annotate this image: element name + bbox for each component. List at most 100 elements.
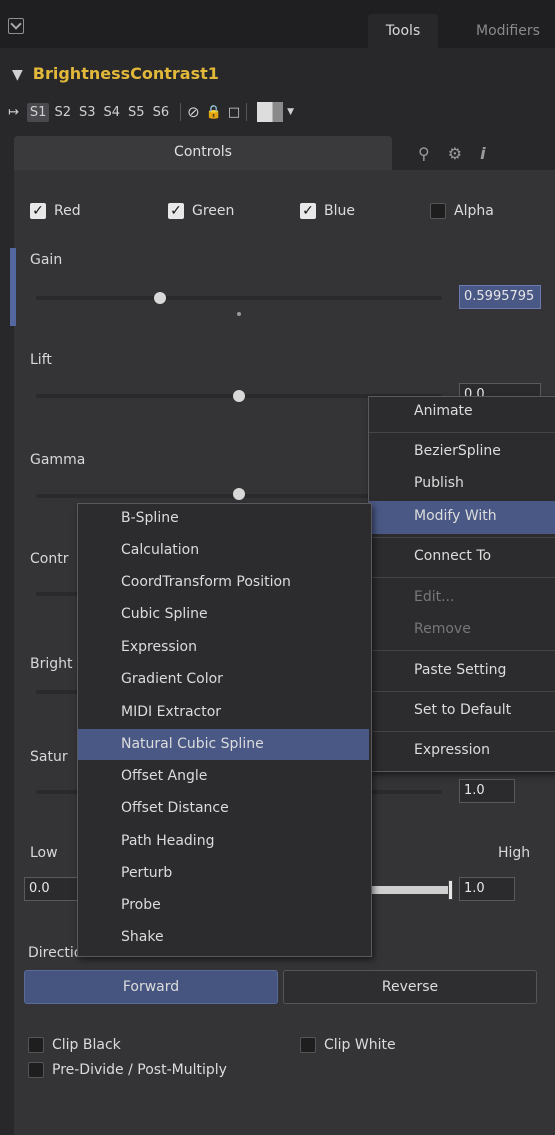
gamma-label: Gamma: [30, 452, 86, 468]
clip-white-checkbox[interactable]: Clip White: [300, 1037, 396, 1053]
save-icon[interactable]: □: [228, 105, 240, 120]
low-label: Low: [30, 845, 58, 861]
menu-item-remove[interactable]: Remove: [414, 621, 471, 637]
gain-input[interactable]: 0.5995795: [459, 285, 541, 309]
menu-separator: [369, 537, 555, 538]
contrast-label: Contr: [30, 551, 69, 567]
submenu-item-perturb[interactable]: Perturb: [121, 865, 172, 881]
divider: [180, 103, 182, 121]
version-s5-button[interactable]: S5: [125, 103, 148, 122]
inspector-tab-icons: ⚲ ⚙ i: [402, 136, 555, 170]
tool-header[interactable]: ▼ BrightnessContrast1: [12, 64, 219, 83]
gamma-slider-knob[interactable]: [233, 488, 245, 500]
clip-black-checkbox[interactable]: Clip Black: [28, 1037, 121, 1053]
submenu-item-calculation[interactable]: Calculation: [121, 542, 199, 558]
version-s1-button[interactable]: S1: [26, 102, 50, 122]
info-icon[interactable]: i: [480, 144, 485, 163]
menu-item-publish[interactable]: Publish: [414, 475, 464, 491]
submenu-item-gradient-color[interactable]: Gradient Color: [121, 671, 223, 687]
high-label: High: [498, 845, 531, 861]
green-checkbox[interactable]: ✓ Green: [168, 203, 234, 219]
check-icon: ✓: [300, 203, 316, 219]
version-s6-button[interactable]: S6: [150, 103, 173, 122]
submenu-item-offset-angle[interactable]: Offset Angle: [121, 768, 207, 784]
gain-label: Gain: [30, 252, 63, 268]
saturation-input[interactable]: 1.0: [459, 779, 515, 803]
menu-item-bezierspline[interactable]: BezierSpline: [414, 443, 501, 459]
check-icon: ✓: [168, 203, 184, 219]
submenu-item-cubic-spline[interactable]: Cubic Spline: [121, 606, 208, 622]
chevron-down-icon[interactable]: ▼: [12, 67, 23, 83]
alpha-checkbox[interactable]: Alpha: [430, 203, 494, 219]
red-checkbox[interactable]: ✓ Red: [30, 203, 81, 219]
menu-item-animate[interactable]: Animate: [414, 403, 473, 419]
tab-controls[interactable]: Controls: [14, 136, 392, 170]
submenu-item-probe[interactable]: Probe: [121, 897, 161, 913]
blue-label: Blue: [324, 203, 355, 219]
collapse-box-icon[interactable]: [8, 18, 24, 34]
gain-active-marker: [10, 248, 16, 326]
green-label: Green: [192, 203, 235, 219]
tab-modifiers[interactable]: Modifiers: [448, 14, 555, 48]
range-slider-bar[interactable]: [370, 886, 448, 894]
version-s3-button[interactable]: S3: [76, 103, 99, 122]
version-bar: ↦ S1 S2 S3 S4 S5 S6 ⊘ 🔒 □ ▼: [8, 98, 294, 126]
menu-item-modify-with[interactable]: Modify With: [414, 508, 497, 524]
chevron-down-icon[interactable]: ▼: [287, 107, 294, 117]
default-marker: [237, 312, 241, 316]
checkbox-empty: [28, 1062, 44, 1078]
disable-icon[interactable]: ⊘: [187, 103, 200, 121]
version-s2-button[interactable]: S2: [51, 103, 74, 122]
menu-item-paste-setting[interactable]: Paste Setting: [414, 662, 506, 678]
gain-slider-knob[interactable]: [154, 292, 166, 304]
divider: [246, 103, 248, 121]
check-icon: ✓: [30, 203, 46, 219]
menu-separator: [369, 731, 555, 732]
range-high-handle[interactable]: [448, 880, 453, 900]
clip-white-label: Clip White: [324, 1037, 396, 1053]
menu-item-connect-to[interactable]: Connect To: [414, 548, 491, 564]
clip-black-label: Clip Black: [52, 1037, 121, 1053]
submenu-item-midi-extractor[interactable]: MIDI Extractor: [121, 704, 221, 720]
settings-gear-icon[interactable]: ⚙: [448, 144, 462, 163]
predivide-label: Pre-Divide / Post-Multiply: [52, 1062, 227, 1078]
pin-icon[interactable]: ↦: [8, 105, 19, 120]
predivide-checkbox[interactable]: Pre-Divide / Post-Multiply: [28, 1062, 227, 1078]
forward-button[interactable]: Forward: [24, 970, 278, 1004]
checkbox-empty: [430, 203, 446, 219]
checkbox-empty: [28, 1037, 44, 1053]
menu-item-expression[interactable]: Expression: [414, 742, 490, 758]
submenu-item-coordtransform-position[interactable]: CoordTransform Position: [121, 574, 291, 590]
checkbox-empty: [300, 1037, 316, 1053]
inspector-tabs: Controls ⚲ ⚙ i: [14, 136, 555, 170]
submenu-item-shake[interactable]: Shake: [121, 929, 164, 945]
menu-separator: [369, 577, 555, 578]
tab-tools[interactable]: Tools: [368, 14, 438, 48]
menu-separator: [369, 650, 555, 651]
modifiers-icon[interactable]: ⚲: [418, 144, 430, 163]
lift-label: Lift: [30, 352, 52, 368]
submenu-item-path-heading[interactable]: Path Heading: [121, 833, 214, 849]
reverse-button[interactable]: Reverse: [283, 970, 537, 1004]
menu-item-edit[interactable]: Edit...: [414, 589, 454, 605]
saturation-label: Satur: [30, 749, 68, 765]
lift-slider-knob[interactable]: [233, 390, 245, 402]
red-label: Red: [54, 203, 81, 219]
submenu-item-offset-distance[interactable]: Offset Distance: [121, 800, 229, 816]
submenu-item-b-spline[interactable]: B-Spline: [121, 510, 179, 526]
high-input[interactable]: 1.0: [459, 877, 515, 901]
alpha-label: Alpha: [454, 203, 494, 219]
submenu-item-natural-cubic-spline[interactable]: Natural Cubic Spline: [121, 736, 264, 752]
submenu-item-expression[interactable]: Expression: [121, 639, 197, 655]
menu-separator: [369, 432, 555, 433]
version-s4-button[interactable]: S4: [101, 103, 124, 122]
tool-name: BrightnessContrast1: [32, 64, 219, 83]
menu-item-set-to-default[interactable]: Set to Default: [414, 702, 511, 718]
lock-icon[interactable]: 🔒: [206, 105, 222, 120]
menu-separator: [369, 691, 555, 692]
low-input[interactable]: 0.0: [24, 877, 80, 901]
blue-checkbox[interactable]: ✓ Blue: [300, 203, 355, 219]
color-swatch[interactable]: [257, 102, 284, 122]
brightness-label: Bright: [30, 656, 73, 672]
gain-slider-track[interactable]: [36, 296, 442, 300]
